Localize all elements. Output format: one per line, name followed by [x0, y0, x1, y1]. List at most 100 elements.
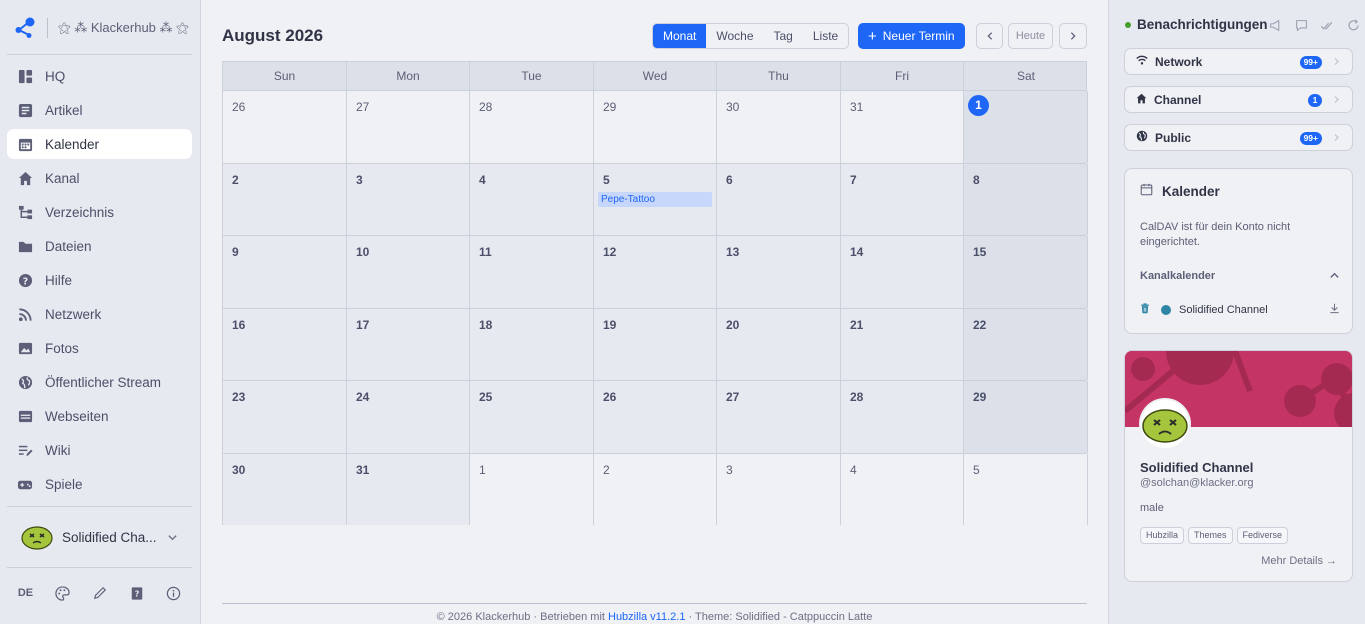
calendar-day-cell[interactable]: 13 — [717, 236, 841, 308]
calendar-day-cell[interactable]: 1 — [964, 91, 1088, 163]
day-number[interactable]: 28 — [479, 100, 492, 114]
profile-tag[interactable]: Fediverse — [1236, 527, 1289, 544]
nav-item-oeffentlicher-stream[interactable]: Öffentlicher Stream — [7, 367, 192, 397]
calendar-day-cell[interactable]: 20 — [717, 308, 841, 380]
day-number[interactable]: 4 — [850, 463, 857, 477]
day-number[interactable]: 8 — [973, 173, 980, 187]
notification-channel[interactable]: Channel 1 — [1124, 86, 1353, 113]
nav-item-webseiten[interactable]: Webseiten — [7, 401, 192, 431]
calendar-day-cell[interactable]: 16 — [223, 308, 347, 380]
day-number[interactable]: 23 — [232, 390, 245, 404]
day-number[interactable]: 16 — [232, 318, 245, 332]
day-number[interactable]: 5 — [973, 463, 980, 477]
view-month-button[interactable]: Monat — [653, 24, 707, 48]
calendar-day-cell[interactable]: 30 — [717, 91, 841, 163]
calendar-day-cell[interactable]: 5 — [964, 453, 1088, 525]
language-button[interactable]: DE — [15, 582, 37, 604]
nav-item-kalender[interactable]: Kalender — [7, 129, 192, 159]
day-number[interactable]: 3 — [726, 463, 733, 477]
nav-item-netzwerk[interactable]: Netzwerk — [7, 299, 192, 329]
nav-item-hilfe[interactable]: ? Hilfe — [7, 265, 192, 295]
calendar-day-cell[interactable]: 15 — [964, 236, 1088, 308]
day-number[interactable]: 3 — [356, 173, 363, 187]
profile-card-name[interactable]: Solidified Channel — [1140, 460, 1253, 475]
profile-avatar[interactable] — [1139, 398, 1191, 450]
calendar-day-cell[interactable]: 3 — [717, 453, 841, 525]
day-number[interactable]: 11 — [479, 245, 492, 259]
calendar-day-cell[interactable]: 14 — [841, 236, 964, 308]
notification-public[interactable]: Public 99+ — [1124, 124, 1353, 151]
day-number[interactable]: 26 — [603, 390, 616, 404]
calendar-event[interactable]: Pepe-Tattoo — [598, 191, 712, 207]
calendar-day-cell[interactable]: 31 — [347, 453, 470, 525]
day-number[interactable]: 12 — [603, 245, 616, 259]
day-number[interactable]: 2 — [603, 463, 610, 477]
day-number[interactable]: 21 — [850, 318, 863, 332]
day-number[interactable]: 10 — [356, 245, 369, 259]
calendar-day-cell[interactable]: 4 — [841, 453, 964, 525]
calendar-day-cell[interactable]: 29 — [964, 381, 1088, 453]
calendar-day-cell[interactable]: 21 — [841, 308, 964, 380]
day-number[interactable]: 29 — [603, 100, 616, 114]
calendar-day-cell[interactable]: 1 — [470, 453, 594, 525]
day-number[interactable]: 2 — [232, 173, 239, 187]
day-number[interactable]: 27 — [356, 100, 369, 114]
day-number[interactable]: 31 — [356, 463, 369, 477]
today-day-number[interactable]: 1 — [968, 95, 989, 116]
view-day-button[interactable]: Tag — [764, 24, 803, 48]
info-icon[interactable] — [163, 582, 185, 604]
today-button[interactable]: Heute — [1008, 23, 1053, 49]
nav-item-wiki[interactable]: Wiki — [7, 435, 192, 465]
calendar-day-cell[interactable]: 28 — [841, 381, 964, 453]
calendar-day-cell[interactable]: 24 — [347, 381, 470, 453]
nav-item-fotos[interactable]: Fotos — [7, 333, 192, 363]
day-number[interactable]: 18 — [479, 318, 492, 332]
help-book-icon[interactable]: ? — [126, 582, 148, 604]
day-number[interactable]: 20 — [726, 318, 739, 332]
calendar-day-cell[interactable]: 7 — [841, 163, 964, 235]
trash-icon[interactable] — [1140, 302, 1150, 317]
profile-switcher[interactable]: Solidified Cha... — [7, 517, 192, 557]
next-month-button[interactable] — [1059, 23, 1087, 49]
calendar-day-cell[interactable]: 17 — [347, 308, 470, 380]
notification-network[interactable]: Network 99+ — [1124, 48, 1353, 75]
calendar-day-cell[interactable]: 2 — [223, 163, 347, 235]
day-number[interactable]: 4 — [479, 173, 486, 187]
day-number[interactable]: 24 — [356, 390, 369, 404]
calendar-day-cell[interactable]: 8 — [964, 163, 1088, 235]
calendar-day-cell[interactable]: 29 — [594, 91, 717, 163]
calendar-day-cell[interactable]: 11 — [470, 236, 594, 308]
day-number[interactable]: 26 — [232, 100, 245, 114]
download-icon[interactable] — [1329, 302, 1340, 317]
nav-item-spiele[interactable]: Spiele — [7, 469, 192, 499]
calendar-day-cell[interactable]: 6 — [717, 163, 841, 235]
refresh-icon[interactable] — [1345, 17, 1361, 33]
view-list-button[interactable]: Liste — [803, 24, 848, 48]
nav-item-dateien[interactable]: Dateien — [7, 231, 192, 261]
day-number[interactable]: 31 — [850, 100, 863, 114]
comment-icon[interactable] — [1293, 17, 1309, 33]
day-number[interactable]: 30 — [726, 100, 739, 114]
calendar-day-cell[interactable]: 23 — [223, 381, 347, 453]
day-number[interactable]: 27 — [726, 390, 739, 404]
more-details-link[interactable]: Mehr Details → — [1261, 555, 1337, 567]
new-event-button[interactable]: + Neuer Termin — [858, 23, 965, 49]
calendar-day-cell[interactable]: 2 — [594, 453, 717, 525]
calendar-day-cell[interactable]: 3 — [347, 163, 470, 235]
megaphone-icon[interactable] — [1267, 17, 1283, 33]
calendar-day-cell[interactable]: 18 — [470, 308, 594, 380]
nav-item-verzeichnis[interactable]: Verzeichnis — [7, 197, 192, 227]
calendar-day-cell[interactable]: 31 — [841, 91, 964, 163]
day-number[interactable]: 29 — [973, 390, 986, 404]
calendar-day-cell[interactable]: 26 — [223, 91, 347, 163]
nav-item-kanal[interactable]: Kanal — [7, 163, 192, 193]
day-number[interactable]: 30 — [232, 463, 245, 477]
brand[interactable]: ⚝ ⁂ Klackerhub ⁂ ⚝ — [14, 16, 189, 40]
calendar-day-cell[interactable]: 22 — [964, 308, 1088, 380]
calendar-day-cell[interactable]: 30 — [223, 453, 347, 525]
profile-tag[interactable]: Hubzilla — [1140, 527, 1185, 544]
pencil-icon[interactable] — [89, 582, 111, 604]
day-number[interactable]: 14 — [850, 245, 863, 259]
profile-tag[interactable]: Themes — [1188, 527, 1233, 544]
calendar-day-cell[interactable]: 4 — [470, 163, 594, 235]
